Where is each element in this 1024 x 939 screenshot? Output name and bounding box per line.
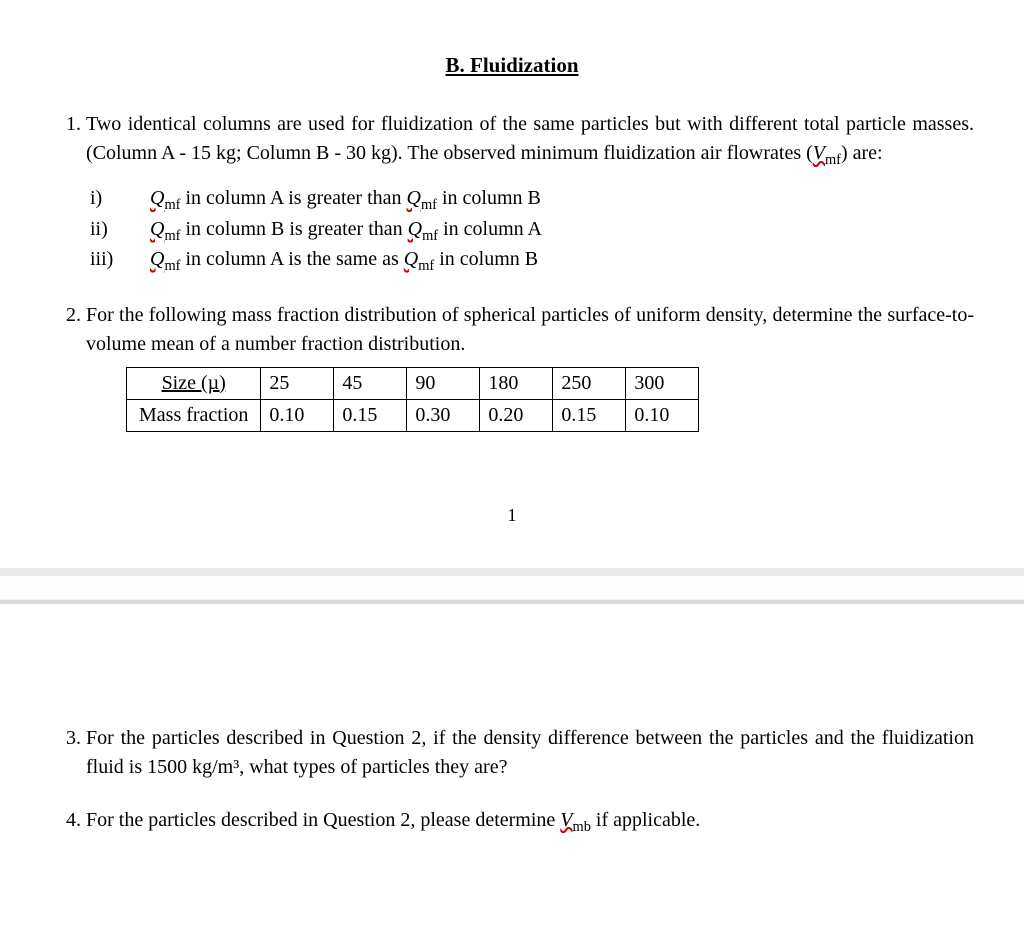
q1-q-2a: Q	[150, 218, 164, 240]
q1-i-end: in column B	[437, 187, 541, 209]
q1-opt-i-label: i)	[90, 185, 150, 212]
q2-row1-label-text: Size (µ)	[162, 372, 226, 394]
q1-opt-iii-text: Qmf in column A is the same as Qmf in co…	[150, 246, 538, 276]
q1-options: i) Qmf in column A is greater than Qmf i…	[90, 185, 974, 276]
question-3: For the particles described in Question …	[86, 724, 974, 782]
q2-frac-4: 0.15	[553, 399, 626, 431]
q2-size-1: 45	[334, 367, 407, 399]
q2-frac-1: 0.15	[334, 399, 407, 431]
q2-row1-label: Size (µ)	[127, 367, 261, 399]
q2-size-3: 180	[480, 367, 553, 399]
table-row: Mass fraction 0.10 0.15 0.30 0.20 0.15 0…	[127, 399, 699, 431]
q1-q-3a: Q	[150, 248, 164, 270]
q4-vmb: Vmb	[560, 809, 591, 831]
section-title: B. Fluidization	[50, 50, 974, 80]
q1-option-ii: ii) Qmf in column B is greater than Qmf …	[90, 216, 974, 246]
question-2: For the following mass fraction distribu…	[86, 301, 974, 432]
q1-qs-2a: mf	[164, 228, 180, 244]
q2-size-4: 250	[553, 367, 626, 399]
q1-opt-ii-text: Qmf in column B is greater than Qmf in c…	[150, 216, 542, 246]
q1-qs-1a: mf	[164, 197, 180, 213]
q1-ii-end: in column A	[438, 218, 542, 240]
q1-vmf-sym: V	[813, 142, 825, 164]
q1-qs-1b: mf	[421, 197, 437, 213]
q4-v: V	[560, 809, 572, 831]
q2-frac-5: 0.10	[626, 399, 699, 431]
q2-frac-3: 0.20	[480, 399, 553, 431]
q1-q-1b: Q	[407, 187, 421, 209]
q2-frac-0: 0.10	[261, 399, 334, 431]
q2-text: For the following mass fraction distribu…	[86, 304, 974, 355]
q2-size-2: 90	[407, 367, 480, 399]
q2-frac-2: 0.30	[407, 399, 480, 431]
q4-text-a: For the particles described in Question …	[86, 809, 560, 831]
q1-opt-iii-label: iii)	[90, 246, 150, 273]
q4-vsub: mb	[573, 819, 591, 835]
q1-q-3b: Q	[404, 248, 418, 270]
q1-ii-mid: in column B is greater than	[180, 218, 407, 240]
q2-table: Size (µ) 25 45 90 180 250 300 Mass fract…	[126, 367, 699, 432]
q1-qs-3b: mf	[418, 258, 434, 274]
page-number: 1	[50, 502, 974, 528]
q2-size-0: 25	[261, 367, 334, 399]
question-4: For the particles described in Question …	[86, 806, 974, 838]
q1-opt-ii-label: ii)	[90, 216, 150, 243]
q1-qs-2b: mf	[422, 228, 438, 244]
q1-option-i: i) Qmf in column A is greater than Qmf i…	[90, 185, 974, 215]
q1-vmf-sub: mf	[825, 152, 841, 168]
q4-text-b: if applicable.	[591, 809, 700, 831]
q1-q-2b: Q	[408, 218, 422, 240]
q2-size-5: 300	[626, 367, 699, 399]
q1-opt-i-text: Qmf in column A is greater than Qmf in c…	[150, 185, 541, 215]
q1-q-1a: Q	[150, 187, 164, 209]
q1-i-mid: in column A is greater than	[180, 187, 406, 209]
page-break	[0, 568, 1024, 604]
q1-iii-end: in column B	[434, 248, 538, 270]
q1-iii-mid: in column A is the same as	[180, 248, 403, 270]
q1-qs-3a: mf	[164, 258, 180, 274]
q3-text: For the particles described in Question …	[86, 727, 974, 778]
q2-row2-label: Mass fraction	[127, 399, 261, 431]
q1-text-b: ) are:	[841, 142, 883, 164]
table-row: Size (µ) 25 45 90 180 250 300	[127, 367, 699, 399]
question-1: Two identical columns are used for fluid…	[86, 110, 974, 276]
q1-vmf: Vmf	[813, 142, 841, 164]
q1-option-iii: iii) Qmf in column A is the same as Qmf …	[90, 246, 974, 276]
